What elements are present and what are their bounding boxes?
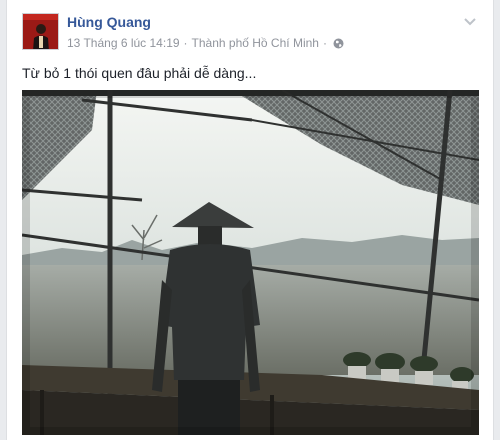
post-meta: 13 Tháng 6 lúc 14:19 · Thành phố Hồ Chí … bbox=[67, 36, 344, 50]
chevron-down-icon[interactable] bbox=[463, 14, 477, 26]
post-timestamp[interactable]: 13 Tháng 6 lúc 14:19 bbox=[67, 36, 180, 50]
post-photo[interactable] bbox=[22, 90, 479, 435]
location-link[interactable]: Thành phố Hồ Chí Minh bbox=[192, 36, 319, 50]
author-name-link[interactable]: Hùng Quang bbox=[67, 14, 151, 30]
meta-separator: · bbox=[322, 36, 327, 50]
meta-separator: · bbox=[183, 36, 188, 50]
news-feed: Hùng Quang 13 Tháng 6 lúc 14:19 · Thành … bbox=[0, 0, 500, 440]
post-card: Hùng Quang 13 Tháng 6 lúc 14:19 · Thành … bbox=[6, 0, 494, 440]
post-text: Từ bỏ 1 thói quen đâu phải dễ dàng... bbox=[22, 65, 257, 81]
avatar[interactable] bbox=[22, 13, 59, 50]
globe-icon[interactable] bbox=[333, 38, 344, 49]
